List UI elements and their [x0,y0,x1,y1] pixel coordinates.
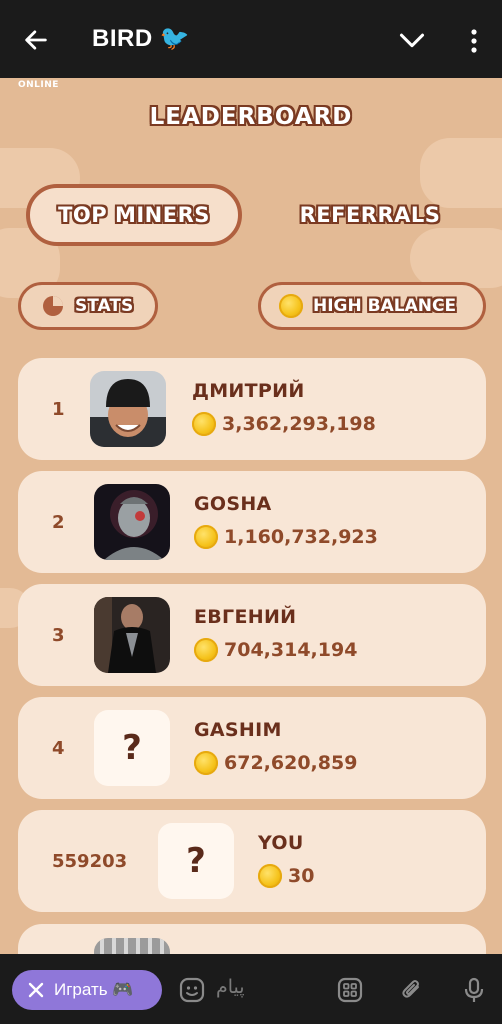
mic-icon[interactable] [460,976,488,1004]
tab-top-miners[interactable]: TOP MINERS [26,184,242,246]
question-mark-icon: ? [122,728,142,768]
chevron-down-icon[interactable] [398,30,426,52]
player-name: YOU [258,832,304,854]
leaderboard-row[interactable]: 1 ДМИТРИЙ 3,362,293,198 [18,358,486,460]
apps-icon[interactable] [336,976,364,1004]
online-status: ONLINE [18,80,59,90]
stats-label: STATS [75,296,134,316]
high-balance-label: HIGH BALANCE [313,296,457,316]
leaderboard-row[interactable]: 4 ? GASHIM 672,620,859 [18,697,486,799]
coin-icon [258,864,282,888]
unknown-avatar: ? [94,710,170,786]
back-arrow-icon[interactable] [22,26,50,54]
more-vertical-icon[interactable] [462,28,486,54]
player-name: GOSHA [194,493,272,515]
leaderboard-row-partial[interactable] [18,924,486,954]
coin-icon [194,751,218,775]
player-balance: 672,620,859 [194,751,357,775]
player-balance: 704,314,194 [194,638,357,662]
rank: 4 [52,737,65,759]
stats-button[interactable]: STATS [18,282,158,330]
balance-value: 672,620,859 [224,752,358,774]
pie-chart-icon [43,296,63,316]
coin-icon [279,294,303,318]
question-mark-icon: ? [186,841,206,881]
message-input[interactable]: پیام [216,976,245,998]
sticker-icon[interactable] [178,976,206,1004]
balance-value: 3,362,293,198 [222,413,376,435]
chat-title: BIRD 🐦 [92,25,191,52]
tab-top-miners-label: TOP MINERS [58,203,210,227]
player-balance: 1,160,732,923 [194,525,378,549]
tab-referrals[interactable]: REFERRALS [262,184,478,246]
avatar [94,938,170,954]
play-button[interactable]: Играть 🎮 [12,970,162,1010]
tab-referrals-label: REFERRALS [299,203,441,227]
app-bar: BIRD 🐦 [0,0,502,78]
rank: 3 [52,624,65,646]
avatar [94,597,170,673]
avatar [94,484,170,560]
balance-value: 1,160,732,923 [224,526,378,548]
balance-value: 704,314,194 [224,639,358,661]
my-rank-row[interactable]: 559203 ? YOU 30 [18,810,486,912]
attach-icon[interactable] [398,976,426,1004]
message-bar: Играть 🎮 پیام [0,954,502,1024]
avatar [90,371,166,447]
leaderboard-row[interactable]: 3 ЕВГЕНИЙ 704,314,194 [18,584,486,686]
rank: 559203 [52,850,128,872]
rank: 2 [52,511,65,533]
play-button-label: Играть 🎮 [54,980,134,999]
leaderboard-heading: LEADERBOARD [149,104,353,130]
high-balance-button[interactable]: HIGH BALANCE [258,282,486,330]
rank: 1 [52,398,65,420]
player-name: ДМИТРИЙ [192,380,305,402]
balance-value: 30 [288,865,315,887]
game-view: ONLINE LEADERBOARD TOP MINERS REFERRALS … [0,78,502,954]
close-icon[interactable] [28,982,44,998]
coin-icon [194,525,218,549]
player-name: GASHIM [194,719,282,741]
leaderboard-row[interactable]: 2 GOSHA 1,160,732,923 [18,471,486,573]
coin-icon [194,638,218,662]
player-balance: 30 [258,864,314,888]
unknown-avatar: ? [158,823,234,899]
coin-icon [192,412,216,436]
player-name: ЕВГЕНИЙ [194,606,297,628]
player-balance: 3,362,293,198 [192,412,376,436]
